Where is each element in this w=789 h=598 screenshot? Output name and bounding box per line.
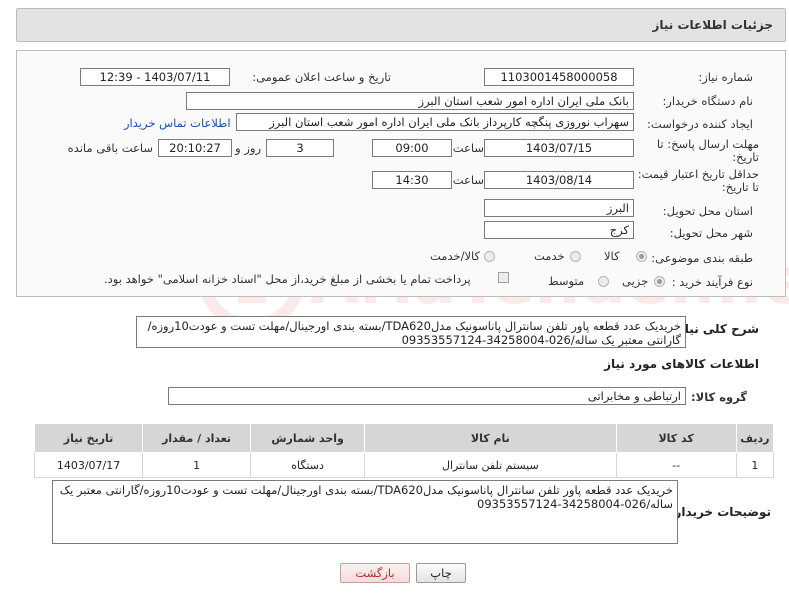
treasury-bonds-checkbox[interactable] (498, 272, 509, 283)
remaining-time-field: 20:10:27 (158, 139, 232, 157)
cell-row: 1 (735, 452, 775, 478)
reply-deadline-time: 09:00 (372, 139, 452, 157)
category-radio-service[interactable] (570, 251, 581, 262)
goods-group-label: گروه کالا: (691, 390, 747, 404)
col-code: کد کالا (615, 423, 737, 453)
col-name: نام کالا (364, 423, 617, 453)
category-radio-goods[interactable] (636, 251, 647, 262)
buyer-notes-label: توضیحات خریدار: (669, 505, 771, 519)
category-option-service: خدمت (534, 249, 565, 263)
cell-unit: دستگاه (250, 452, 366, 478)
cell-name: سیستم تلفن سانترال (364, 452, 617, 478)
goods-group-field: ارتباطی و مخابراتی (168, 387, 686, 405)
back-button[interactable]: بازگشت (340, 563, 410, 583)
col-qty: تعداد / مقدار (142, 423, 252, 453)
need-number-field: 1103001458000058 (484, 68, 634, 86)
goods-table-header: ردیف کد کالا نام کالا واحد شمارش تعداد /… (33, 423, 775, 453)
page-title: جزئیات اطلاعات نیاز (652, 18, 773, 32)
category-option-goods-service: کالا/خدمت (430, 249, 481, 263)
city-label: شهر محل تحویل: (669, 226, 753, 240)
col-unit: واحد شمارش (250, 423, 366, 453)
cell-code: -- (615, 452, 737, 478)
buyer-contact-link[interactable]: اطلاعات تماس خریدار (124, 116, 231, 130)
reply-days-field: 3 (266, 139, 334, 157)
col-row: ردیف (735, 423, 775, 453)
col-date: تاریخ نیاز (33, 423, 144, 453)
category-radio-goods-service[interactable] (484, 251, 495, 262)
category-option-goods: کالا (604, 249, 620, 263)
province-label: استان محل تحویل: (662, 204, 753, 218)
requester-field: سهراب نوروزی پنگچه کارپرداز بانک ملی ایر… (236, 113, 634, 131)
reply-time-label: ساعت (452, 141, 484, 155)
cell-date: 1403/07/17 (33, 452, 144, 478)
process-option-minor: جزیی (622, 274, 649, 288)
announce-datetime-label: تاریخ و ساعت اعلان عمومی: (252, 70, 391, 84)
need-number-label: شماره نیاز: (698, 70, 753, 84)
reply-days-label: روز و (235, 141, 261, 155)
process-radio-minor[interactable] (654, 276, 665, 287)
buyer-org-label: نام دستگاه خریدار: (662, 94, 753, 108)
process-type-label: نوع فرآیند خرید : (671, 275, 753, 289)
requester-label: ایجاد کننده درخواست: (647, 117, 753, 131)
remaining-time-label: ساعت باقی مانده (67, 141, 153, 155)
treasury-bonds-note: پرداخت تمام یا بخشی از مبلغ خرید،از محل … (104, 272, 471, 286)
reply-deadline-date: 1403/07/15 (484, 139, 634, 157)
cell-qty: 1 (142, 452, 252, 478)
price-validity-label: حداقل تاریخ اعتبار قیمت: تا تاریخ: (637, 167, 759, 194)
print-button[interactable]: چاپ (416, 563, 466, 583)
announce-datetime-field: 1403/07/11 - 12:39 (80, 68, 230, 86)
category-label: طبقه بندی موضوعی: (651, 251, 753, 265)
province-field: البرز (484, 199, 634, 217)
goods-section-title: اطلاعات کالاهای مورد نیاز (604, 357, 759, 371)
reply-deadline-label: مهلت ارسال پاسخ: تا تاریخ: (656, 137, 759, 164)
price-time-label: ساعت (452, 173, 484, 187)
description-textarea: خریدیک عدد قطعه پاور تلفن سانترال پاناسو… (136, 316, 686, 348)
goods-table: ردیف کد کالا نام کالا واحد شمارش تعداد /… (33, 423, 775, 478)
table-row: 1 -- سیستم تلفن سانترال دستگاه 1 1403/07… (33, 452, 775, 478)
process-radio-medium[interactable] (598, 276, 609, 287)
price-validity-time: 14:30 (372, 171, 452, 189)
process-option-medium: متوسط (548, 274, 585, 288)
buyer-notes-textarea: خریدیک عدد قطعه پاور تلفن سانترال پاناسو… (52, 480, 678, 544)
price-validity-date: 1403/08/14 (484, 171, 634, 189)
buyer-org-field: بانک ملی ایران اداره امور شعب استان البر… (186, 92, 634, 110)
city-field: کرج (484, 221, 634, 239)
